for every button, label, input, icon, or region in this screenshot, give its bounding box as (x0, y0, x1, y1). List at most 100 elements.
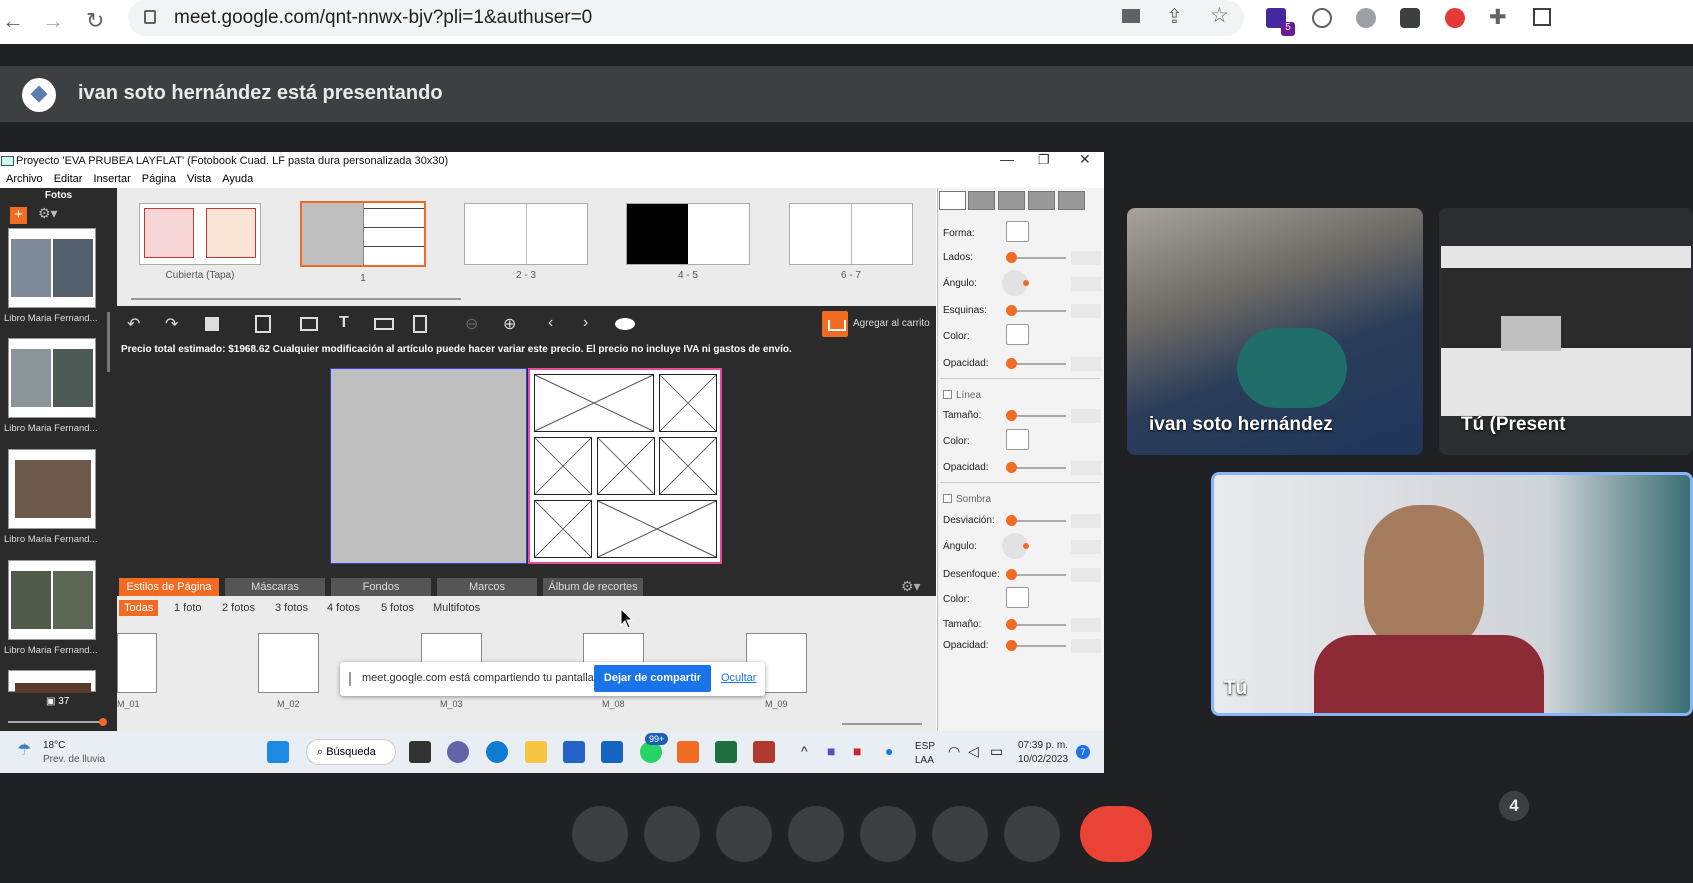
layout-thumb[interactable] (258, 633, 319, 693)
save-icon[interactable] (205, 317, 219, 331)
meet-control-button[interactable] (572, 806, 628, 862)
photo-thumb[interactable]: Libro Maria Fernand... (4, 228, 100, 324)
shadow-opacity-slider[interactable] (1006, 640, 1066, 651)
filter-3-photos[interactable]: 3 fotos (275, 602, 308, 614)
wifi-icon[interactable]: ◠ (948, 743, 960, 760)
tray-chevron-icon[interactable]: ^ (801, 743, 808, 759)
filter-4-photos[interactable]: 4 fotos (327, 602, 360, 614)
tab-scrapbook[interactable]: Álbum de recortes (543, 578, 643, 596)
spread-6-7[interactable]: 6 - 7 (789, 203, 913, 281)
photobook-app-icon[interactable] (677, 741, 699, 763)
self-view-tile[interactable]: Tú (1211, 472, 1693, 716)
tab-page-styles[interactable]: Estilos de Página (119, 578, 219, 596)
hide-link[interactable]: Ocultar (721, 672, 756, 684)
tab-backgrounds[interactable]: Fondos (331, 578, 431, 596)
extension-icon-2[interactable] (1312, 8, 1332, 28)
forward-icon[interactable]: → (42, 8, 64, 34)
extension-icon-4[interactable] (1400, 8, 1420, 28)
spread-4-5[interactable]: 4 - 5 (626, 203, 750, 281)
camera-icon[interactable] (1122, 9, 1140, 23)
shape-selector[interactable] (1006, 221, 1029, 242)
opacity-value[interactable] (1071, 357, 1101, 371)
volume-icon[interactable]: ◁ (968, 743, 979, 760)
clock-time[interactable]: 07:39 p. m. (1018, 740, 1068, 751)
next-page-icon[interactable]: › (583, 314, 588, 332)
photo-placeholder[interactable] (659, 374, 717, 432)
minimize-icon[interactable]: — (1000, 152, 1014, 167)
add-to-cart-label[interactable]: Agregar al carrito (853, 318, 930, 329)
gear-icon[interactable]: ⚙▾ (38, 205, 58, 222)
redo-icon[interactable]: ↷ (165, 314, 178, 334)
menu-vista[interactable]: Vista (187, 170, 211, 185)
close-icon[interactable]: ✕ (1079, 152, 1091, 168)
text-tab-icon[interactable] (998, 191, 1025, 210)
photo-placeholder[interactable] (534, 500, 592, 558)
filter-all[interactable]: Todas (119, 600, 159, 616)
people-count-badge[interactable]: 4 (1499, 791, 1529, 821)
preview-eye-icon[interactable] (615, 318, 635, 330)
bookmark-star-icon[interactable]: ☆ (1210, 3, 1229, 28)
shadow-checkbox[interactable] (943, 494, 952, 503)
weather-desc[interactable]: Prev. de lluvia (43, 754, 105, 765)
shape-tab-icon[interactable] (939, 191, 966, 210)
zoom-out-icon[interactable]: ⊖ (465, 314, 478, 334)
participant-tile-ivan[interactable]: ivan soto hernández (1127, 208, 1423, 455)
spread-1[interactable]: 1 (300, 201, 426, 284)
image-tab-icon[interactable] (968, 191, 995, 210)
battery-icon[interactable]: ▭ (990, 743, 1003, 760)
opacity-slider[interactable] (1006, 358, 1066, 369)
meet-control-button[interactable] (932, 806, 988, 862)
menu-pagina[interactable]: Página (142, 170, 176, 185)
shadow-color-swatch[interactable] (1006, 587, 1029, 608)
strip-scrollbar[interactable] (131, 298, 461, 300)
tab-masks[interactable]: Máscaras (225, 578, 325, 596)
spread-cover[interactable]: Cubierta (Tapa) (139, 203, 261, 281)
tab-frames[interactable]: Marcos (437, 578, 537, 596)
mic-icon[interactable]: ● (885, 743, 893, 759)
leave-call-button[interactable] (1080, 806, 1152, 862)
thumb-size-slider[interactable] (8, 718, 107, 726)
edge-icon[interactable] (486, 741, 508, 763)
line-opacity-value[interactable] (1071, 461, 1101, 475)
photo-thumb[interactable]: Libro Maria Fernand... (4, 338, 100, 434)
menu-insertar[interactable]: Insertar (93, 170, 130, 185)
photo-thumb[interactable]: Libro Maria Fernand... (4, 560, 100, 656)
menu-archivo[interactable]: Archivo (6, 170, 43, 185)
weather-temp[interactable]: 18°C (43, 740, 65, 751)
sidebar-scrollbar[interactable] (107, 312, 110, 372)
taskbar-search[interactable]: ⌕ Búsqueda (306, 739, 396, 765)
line-color-swatch[interactable] (1006, 429, 1029, 450)
undo-icon[interactable]: ↶ (127, 314, 140, 334)
line-size-slider[interactable] (1006, 410, 1066, 421)
start-icon[interactable] (267, 741, 289, 763)
lang-code[interactable]: ESP (915, 741, 935, 752)
sides-slider[interactable] (1006, 252, 1066, 263)
background-icon[interactable] (374, 318, 394, 330)
reload-icon[interactable]: ↻ (86, 8, 104, 34)
mail-icon[interactable] (601, 741, 623, 763)
color-swatch[interactable] (1006, 324, 1029, 345)
line-checkbox[interactable] (943, 390, 952, 399)
shadow-angle-dial[interactable] (1002, 533, 1029, 559)
spread-2-3[interactable]: 2 - 3 (464, 203, 588, 281)
meet-control-button[interactable] (788, 806, 844, 862)
cart-icon[interactable] (822, 311, 848, 337)
back-icon[interactable]: ← (2, 8, 24, 34)
layout-scrollbar[interactable] (842, 723, 922, 725)
restore-icon[interactable]: ❐ (1038, 152, 1050, 168)
drag-handle[interactable] (349, 672, 351, 686)
photo-placeholder[interactable] (597, 500, 717, 558)
zoom-in-icon[interactable]: ⊕ (503, 314, 516, 334)
corners-slider[interactable] (1006, 305, 1066, 316)
blur-value[interactable] (1071, 568, 1101, 582)
left-page[interactable] (330, 368, 527, 564)
puzzle-icon[interactable]: ✚ (1489, 5, 1507, 30)
photo-placeholder[interactable] (534, 374, 654, 432)
notification-badge[interactable]: 7 (1076, 745, 1090, 759)
corners-value[interactable] (1071, 304, 1101, 318)
excel-icon[interactable] (715, 741, 737, 763)
chat-icon[interactable] (447, 741, 469, 763)
shadow-size-slider[interactable] (1006, 619, 1066, 630)
participant-tile-presentation[interactable]: Tú (Present (1439, 208, 1693, 455)
shadow-size-value[interactable] (1071, 618, 1101, 632)
